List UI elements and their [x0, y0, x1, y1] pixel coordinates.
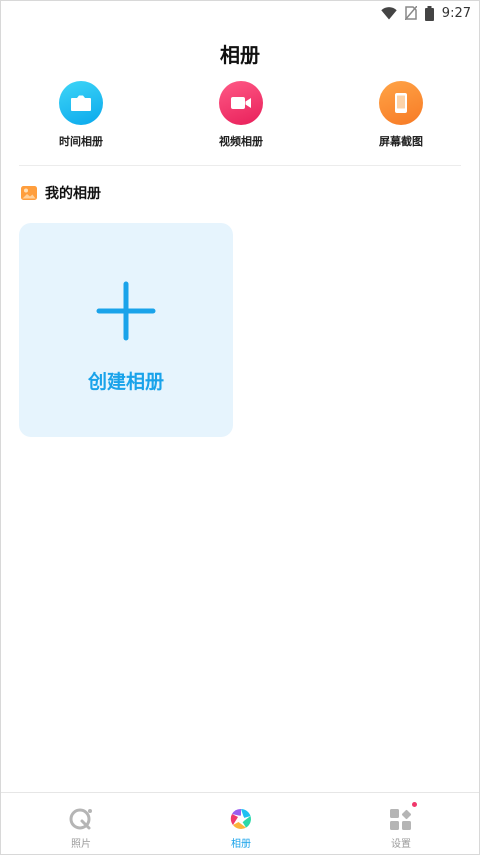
video-icon — [231, 97, 251, 109]
time-album-circle — [59, 81, 103, 125]
settings-grid-icon — [389, 802, 417, 831]
photos-icon — [69, 807, 93, 831]
battery-icon — [424, 5, 434, 21]
album-image-icon — [21, 186, 37, 200]
shortcut-label: 屏幕截图 — [379, 135, 423, 148]
video-album-circle — [219, 81, 263, 125]
no-sim-icon — [404, 6, 417, 20]
create-album-card[interactable]: 创建相册 — [19, 223, 233, 437]
page-title: 相册 — [220, 43, 260, 67]
nav-settings[interactable]: 设置 — [341, 793, 461, 854]
nav-label: 设置 — [391, 839, 411, 850]
shortcut-label: 视频相册 — [219, 135, 263, 148]
album-shortcuts: 时间相册 视频相册 屏幕截图 — [1, 81, 479, 151]
status-bar: 9:27 — [1, 1, 479, 25]
nav-albums[interactable]: 相册 — [181, 793, 301, 854]
shortcut-time-album[interactable]: 时间相册 — [31, 81, 131, 151]
album-aperture-icon — [229, 807, 253, 831]
shortcut-screenshots[interactable]: 屏幕截图 — [351, 81, 451, 151]
create-album-label: 创建相册 — [87, 371, 164, 393]
my-albums-title: 我的相册 — [45, 186, 101, 202]
plus-icon — [96, 281, 156, 341]
nav-label: 照片 — [71, 839, 91, 850]
divider — [19, 165, 461, 166]
notification-dot — [412, 802, 417, 807]
screenshots-circle — [379, 81, 423, 125]
shortcut-label: 时间相册 — [59, 135, 103, 148]
wifi-icon — [381, 6, 397, 19]
camera-icon — [71, 95, 91, 111]
nav-label: 相册 — [231, 839, 251, 850]
phone-icon — [395, 93, 407, 113]
shortcut-video-album[interactable]: 视频相册 — [191, 81, 291, 151]
status-time: 9:27 — [441, 5, 471, 21]
screen: 9:27 相册 时间相册 视频相册 屏幕截图 我的相册 创建相册 照片 相册 设… — [0, 0, 480, 855]
my-albums-header: 我的相册 — [21, 183, 101, 203]
bottom-nav: 照片 相册 设置 — [1, 792, 479, 854]
nav-photos[interactable]: 照片 — [21, 793, 141, 854]
